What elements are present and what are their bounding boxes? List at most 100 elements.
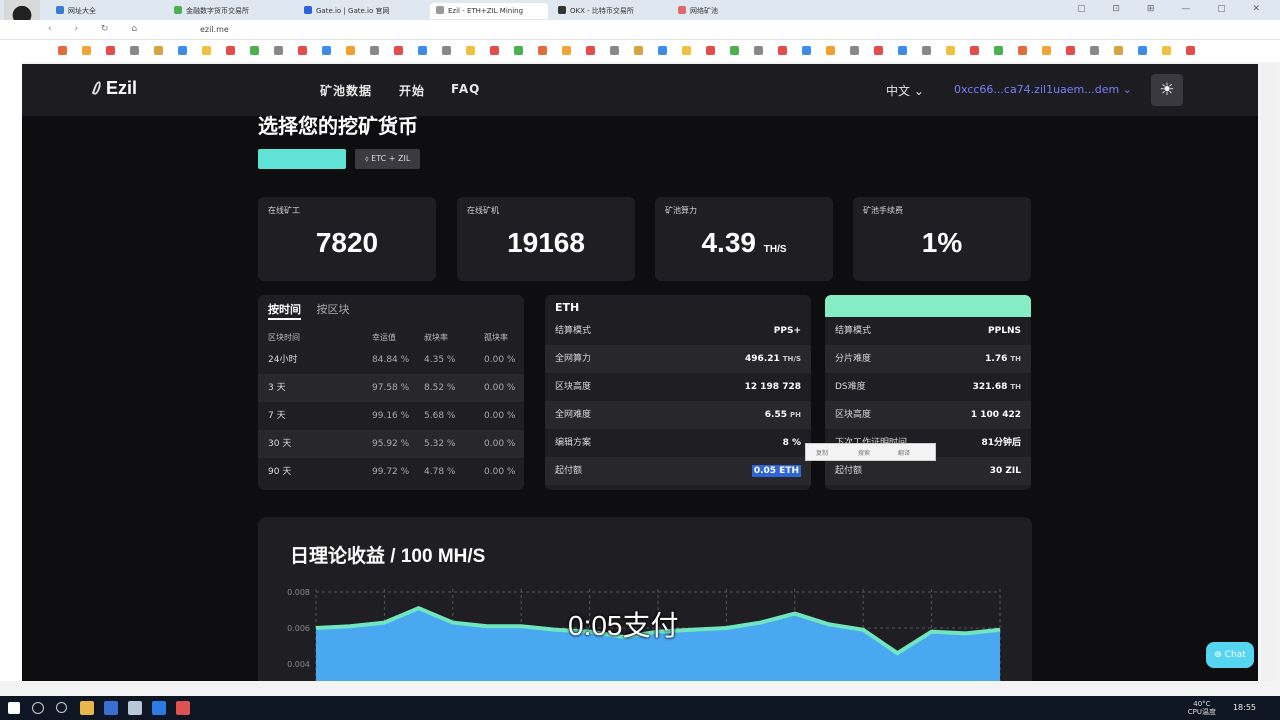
clock[interactable]: 18:55 [1233, 703, 1256, 712]
bookmark-icon[interactable] [442, 46, 451, 55]
coin-select-button-active[interactable] [258, 149, 346, 169]
bookmark-icon[interactable] [754, 46, 763, 55]
browser-tab[interactable]: OKX - 比特币交易所 [552, 3, 670, 19]
start-menu-icon[interactable] [8, 702, 20, 714]
bookmark-icon[interactable] [490, 46, 499, 55]
bookmark-icon[interactable] [826, 46, 835, 55]
bookmark-icon[interactable] [346, 46, 355, 55]
bookmark-icon[interactable] [634, 46, 643, 55]
kv-key: 全网算力 [555, 354, 592, 364]
browser-tab[interactable]: 网络矿池 [672, 3, 790, 19]
bookmark-icon[interactable] [226, 46, 235, 55]
bookmark-icon[interactable] [202, 46, 211, 55]
bookmark-icon[interactable] [322, 46, 331, 55]
table-cell: 0.00 % [484, 383, 516, 393]
bookmark-icon[interactable] [154, 46, 163, 55]
eth-panel-title: ETH [555, 301, 580, 314]
bookmark-icon[interactable] [418, 46, 427, 55]
luck-panel: 按时间 按区块 区块时间 幸运值 叔块率 孤块率 24小时 84.84 % 4.35… [258, 295, 524, 490]
active-app-icon[interactable] [128, 701, 142, 715]
data-point [794, 613, 796, 615]
kv-row: 起付额 0.05 ETH [545, 457, 811, 485]
theme-toggle-button[interactable]: ☀ [1151, 74, 1183, 106]
nav-start[interactable]: 开始 [399, 82, 425, 99]
popup-translate[interactable]: 翻译 [898, 448, 910, 457]
section-heading: 选择您的挖矿货币 [258, 114, 418, 138]
col-header: 区块时间 [268, 333, 300, 342]
chat-button[interactable]: ⊕ Chat [1206, 642, 1254, 668]
browser-tab[interactable]: 网址大全 [50, 3, 168, 19]
bookmark-icon[interactable] [1042, 46, 1051, 55]
bookmark-icon[interactable] [922, 46, 931, 55]
bookmark-icon[interactable] [850, 46, 859, 55]
bookmark-icon[interactable] [1186, 46, 1195, 55]
bookmark-icon[interactable] [298, 46, 307, 55]
coin-select-button-etc-zil[interactable]: ⬨ ETC + ZIL [355, 149, 421, 169]
popup-copy[interactable]: 复制 [816, 448, 828, 457]
bookmark-icon[interactable] [1018, 46, 1027, 55]
browser-tab[interactable]: Ezil - ETH+ZIL Mining [430, 3, 548, 19]
nav-buttons[interactable]: ‹ › ↻ ⌂ [48, 24, 147, 34]
zil-panel-header [825, 295, 1031, 317]
tab-by-block[interactable]: 按区块 [317, 303, 350, 316]
bookmark-icon[interactable] [994, 46, 1003, 55]
bookmark-icon[interactable] [898, 46, 907, 55]
search-icon[interactable] [32, 702, 44, 714]
language-select[interactable]: 中文 ⌄ [886, 82, 924, 99]
url-field[interactable]: ezil.me [200, 25, 229, 34]
bookmark-icon[interactable] [1090, 46, 1099, 55]
logo[interactable]: Ezil [91, 78, 138, 99]
nav-faq[interactable]: FAQ [451, 82, 480, 96]
bookmark-icon[interactable] [130, 46, 139, 55]
logo-text: Ezil [106, 78, 138, 98]
bookmark-icon[interactable] [1114, 46, 1123, 55]
bookmark-icon[interactable] [1066, 46, 1075, 55]
wallet-address-dropdown[interactable]: 0xcc66...ca74.zil1uaem...dem ⌄ [954, 83, 1132, 96]
bookmark-icon[interactable] [106, 46, 115, 55]
browser-app-icon[interactable] [104, 701, 118, 715]
table-cell: 7 天 [268, 411, 286, 421]
bookmark-icon[interactable] [538, 46, 547, 55]
bookmark-icon[interactable] [466, 46, 475, 55]
window-controls[interactable]: ▢ ⊡ ⊞ — ▢ ✕ [1077, 4, 1272, 14]
bookmark-icon[interactable] [970, 46, 979, 55]
bookmark-icon[interactable] [562, 46, 571, 55]
bookmark-icon[interactable] [58, 46, 67, 55]
bookmark-icon[interactable] [250, 46, 259, 55]
kv-value: 81分钟后 [981, 429, 1021, 457]
bookmark-icon[interactable] [682, 46, 691, 55]
bookmark-icon[interactable] [610, 46, 619, 55]
bookmark-icon[interactable] [274, 46, 283, 55]
data-point [725, 627, 727, 629]
bookmark-icon[interactable] [658, 46, 667, 55]
bookmark-icon[interactable] [706, 46, 715, 55]
bookmark-icon[interactable] [178, 46, 187, 55]
page-scrollbar[interactable] [1262, 64, 1274, 681]
cortana-icon[interactable] [56, 702, 67, 713]
bookmark-icon[interactable] [946, 46, 955, 55]
app-icon-2[interactable] [152, 701, 166, 715]
bookmark-icon[interactable] [82, 46, 91, 55]
app-icon-3[interactable] [176, 701, 190, 715]
bookmark-icon[interactable] [802, 46, 811, 55]
nav-pool-stats[interactable]: 矿池数据 [320, 82, 372, 99]
browser-tab[interactable]: 金融数字货币交易所 [168, 3, 286, 19]
bookmark-icon[interactable] [394, 46, 403, 55]
file-explorer-icon[interactable] [80, 701, 94, 715]
tab-by-time[interactable]: 按时间 [268, 303, 301, 320]
popup-search[interactable]: 搜索 [858, 448, 870, 457]
bookmark-icon[interactable] [370, 46, 379, 55]
system-tray-temp[interactable]: 40°C CPU温度 [1188, 700, 1216, 716]
bookmark-icon[interactable] [730, 46, 739, 55]
bookmark-icon[interactable] [1138, 46, 1147, 55]
bookmark-icon[interactable] [778, 46, 787, 55]
kv-value-text: 8 % [782, 438, 801, 448]
data-point [965, 632, 967, 634]
bookmark-icon[interactable] [586, 46, 595, 55]
table-cell: 30 天 [268, 439, 292, 449]
bookmark-icon[interactable] [1162, 46, 1171, 55]
browser-tab[interactable]: Gate.io | Gate.io 官网 [298, 3, 416, 19]
bookmark-icon[interactable] [514, 46, 523, 55]
stat-value: 1% [921, 227, 963, 258]
bookmark-icon[interactable] [874, 46, 883, 55]
